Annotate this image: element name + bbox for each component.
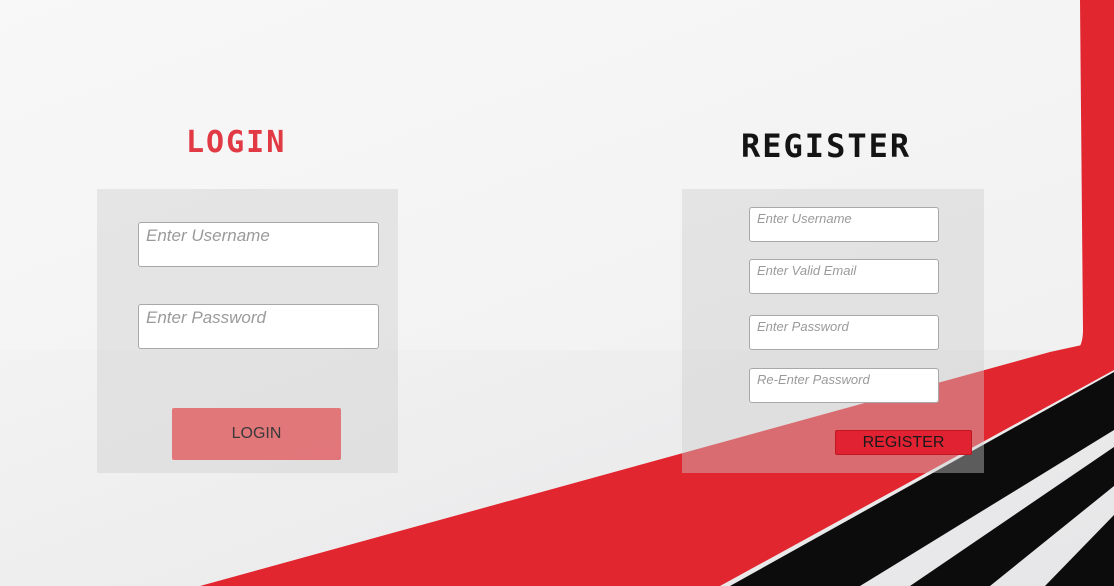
login-button[interactable]: LOGIN	[172, 408, 341, 460]
register-form-panel: Enter Username Enter Valid Email Enter P…	[682, 189, 984, 473]
login-form-panel: Enter Username Enter Password LOGIN	[97, 189, 398, 473]
register-title: REGISTER	[741, 127, 912, 165]
login-title: LOGIN	[186, 125, 287, 160]
login-username-input[interactable]: Enter Username	[138, 222, 379, 267]
login-password-input[interactable]: Enter Password	[138, 304, 379, 349]
register-repassword-input[interactable]: Re-Enter Password	[749, 368, 939, 403]
register-password-input[interactable]: Enter Password	[749, 315, 939, 350]
register-username-input[interactable]: Enter Username	[749, 207, 939, 242]
register-button[interactable]: REGISTER	[835, 430, 972, 455]
register-email-input[interactable]: Enter Valid Email	[749, 259, 939, 294]
